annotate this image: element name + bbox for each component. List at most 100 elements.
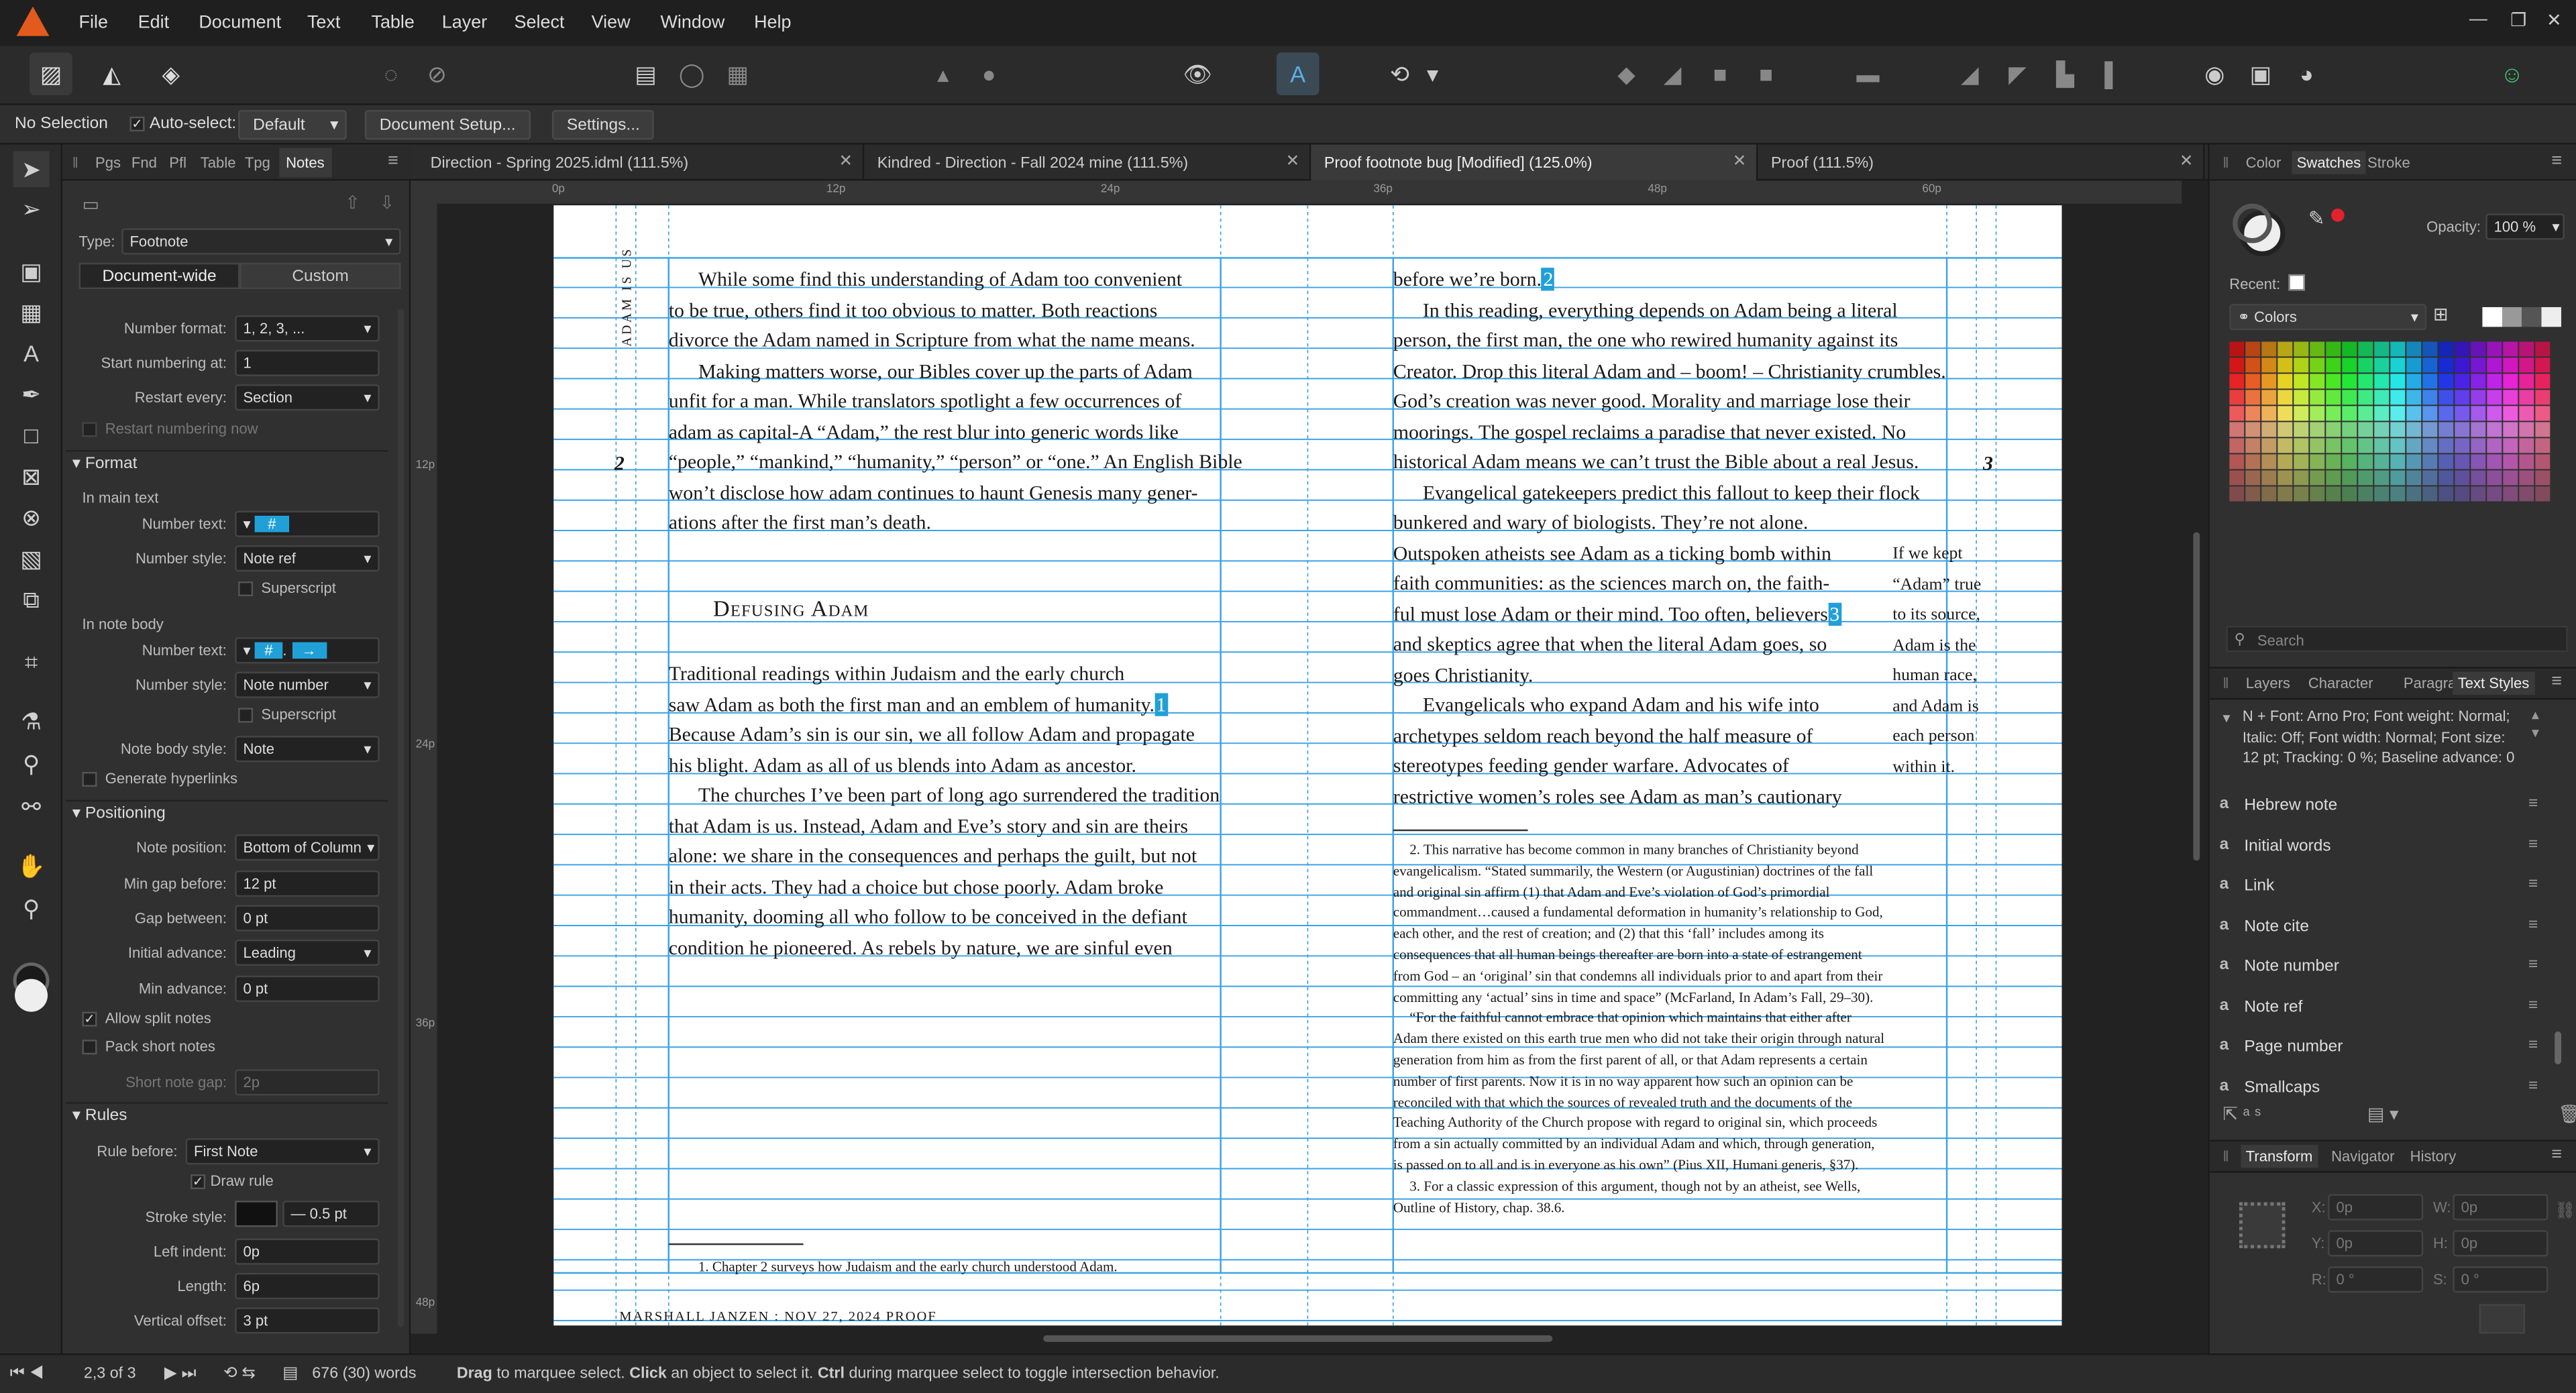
color-wheel-icon[interactable]: ◕ xyxy=(2286,52,2328,95)
delete-style-icon[interactable]: 🗑 xyxy=(2558,1104,2576,1125)
designer-persona-icon[interactable]: ◭ xyxy=(91,52,133,95)
flip-icon[interactable]: ▬ xyxy=(1847,52,1890,95)
snapping-icon[interactable]: ⟲ xyxy=(1379,52,1421,95)
tab-history[interactable]: History xyxy=(2410,1148,2457,1164)
preview-mode-icon[interactable]: 👁 xyxy=(1176,52,1219,95)
pack-short-checkbox[interactable] xyxy=(82,1040,97,1055)
note-body-style-dropdown[interactable]: Note ▾ xyxy=(235,736,380,763)
min-gap-field[interactable]: 12 pt xyxy=(235,870,380,897)
menu-edit[interactable]: Edit xyxy=(138,13,169,33)
positioning-section-header[interactable]: ▾ Positioning xyxy=(65,799,388,826)
opacity-field[interactable]: 100 % ▾ xyxy=(2485,213,2565,240)
resources-icon[interactable]: ▣ xyxy=(2239,52,2282,95)
settings-button[interactable]: Settings... xyxy=(551,110,655,140)
style-item[interactable]: a Link ≡ xyxy=(2220,871,2548,907)
w-field[interactable]: 0p xyxy=(2453,1194,2548,1221)
style-menu-icon[interactable]: ≡ xyxy=(2528,996,2538,1014)
min-advance-field[interactable]: 0 pt xyxy=(235,975,380,1002)
fill-tool-icon[interactable]: ⚗ xyxy=(13,703,50,739)
tab-pages[interactable]: Pgs xyxy=(95,154,121,170)
move-tool-icon[interactable]: ➤ xyxy=(13,151,50,188)
style-desc-scroll-icon[interactable]: ▴ ▾ xyxy=(2532,706,2539,742)
view-options-icon[interactable]: ⟲ ⇆ xyxy=(223,1365,256,1383)
next-page-icon[interactable]: ▶ ⏭ xyxy=(164,1365,197,1383)
style-menu-icon[interactable]: ≡ xyxy=(2528,1036,2538,1054)
node-tool-icon[interactable]: ➢ xyxy=(13,190,50,227)
stroke-color-swatch[interactable] xyxy=(235,1201,278,1227)
start-numbering-field[interactable]: 1 xyxy=(235,349,380,376)
frame-text-tool-icon[interactable]: ▣ xyxy=(13,253,50,289)
placeholder-icon[interactable]: ◌ xyxy=(370,52,413,95)
table-tool-icon[interactable]: ▦ xyxy=(13,294,50,330)
palette-dropdown[interactable]: ⚭ Colors ▾ xyxy=(2229,304,2427,331)
stroke-width-field[interactable]: — 0.5 pt xyxy=(282,1201,380,1227)
style-item[interactable]: a Hebrew note ≡ xyxy=(2220,790,2548,826)
number-style-main-dropdown[interactable]: Note ref ▾ xyxy=(235,545,380,572)
arrow-up-icon[interactable]: ⇧ xyxy=(345,192,360,213)
menu-window[interactable]: Window xyxy=(660,13,724,33)
tab-swatches[interactable]: Swatches xyxy=(2292,151,2366,174)
draw-rule-checkbox[interactable]: ✓ xyxy=(191,1174,206,1190)
move-forward-icon[interactable]: ◤ xyxy=(1996,52,2039,95)
preflight-icon[interactable]: ⊘ xyxy=(416,52,459,95)
tab-character[interactable]: Character xyxy=(2308,675,2373,691)
menu-help[interactable]: Help xyxy=(754,13,791,33)
doc-tab-3[interactable]: Proof footnote bug [Modified] (125.0%) ✕ xyxy=(1311,144,1758,181)
page-view-icon[interactable]: ▤ xyxy=(625,52,667,95)
short-note-gap-field[interactable]: 2p xyxy=(235,1069,380,1096)
tab-layers[interactable]: Layers xyxy=(2246,675,2290,691)
publisher-persona-icon[interactable]: ▨ xyxy=(30,52,72,96)
menu-table[interactable]: Table xyxy=(371,13,414,33)
palette-options-icon[interactable]: ⊞ xyxy=(2433,304,2449,325)
note-ref-2[interactable]: 2 xyxy=(1542,268,1555,290)
bring-front-icon[interactable]: ▙ xyxy=(2044,52,2087,95)
align-icon[interactable]: ● xyxy=(967,52,1010,95)
restore-icon[interactable]: ❐ xyxy=(2510,10,2526,31)
styles-scrollbar[interactable] xyxy=(2555,1031,2561,1064)
horizontal-scrollbar[interactable] xyxy=(443,1331,2185,1347)
close-tab-icon[interactable]: ✕ xyxy=(2180,153,2194,171)
note-ref-1[interactable]: 1 xyxy=(1154,692,1168,716)
menu-document[interactable]: Document xyxy=(199,13,281,33)
note-ref-3[interactable]: 3 xyxy=(1827,602,1841,625)
picture-frame-tool-icon[interactable]: ⊠ xyxy=(13,458,50,494)
style-item[interactable]: a Initial words ≡ xyxy=(2220,830,2548,867)
style-item[interactable]: a Note number ≡ xyxy=(2220,951,2548,987)
vertical-scrollbar[interactable] xyxy=(2188,204,2204,1321)
photo-persona-icon[interactable]: ◈ xyxy=(150,52,193,95)
close-window-icon[interactable]: ✕ xyxy=(2546,10,2562,31)
assets-icon[interactable]: ◉ xyxy=(2193,52,2236,95)
spread-view-icon[interactable]: ◯ xyxy=(670,52,713,95)
menu-layer[interactable]: Layer xyxy=(442,13,487,33)
tab-navigator[interactable]: Navigator xyxy=(2331,1148,2394,1164)
swatch-search-input[interactable]: ⚲ Search xyxy=(2226,626,2568,653)
tab-typography[interactable]: Tpg xyxy=(245,154,270,170)
close-tab-icon[interactable]: ✕ xyxy=(1286,153,1300,171)
transform-options-button[interactable] xyxy=(2479,1304,2526,1334)
rules-section-header[interactable]: ▾ Rules xyxy=(65,1102,388,1128)
pen-tool-icon[interactable]: ✒ xyxy=(13,376,50,412)
text-frame-icon[interactable]: A xyxy=(1276,52,1320,96)
doc-tab-4[interactable]: Proof (111.5%) ✕ xyxy=(1758,144,2205,181)
menu-file[interactable]: File xyxy=(79,13,108,33)
superscript-body-checkbox[interactable] xyxy=(238,708,254,723)
style-menu-icon[interactable]: ≡ xyxy=(2528,875,2538,893)
note-icon[interactable]: ▭ xyxy=(82,194,99,215)
arrow-down-icon[interactable]: ⇩ xyxy=(380,192,395,213)
number-text-body-field[interactable]: ▾ #. → xyxy=(235,637,380,664)
style-menu-icon[interactable]: ≡ xyxy=(2528,1076,2538,1095)
scope-document-wide-button[interactable]: Document-wide xyxy=(78,262,240,290)
left-panel-scrollbar[interactable] xyxy=(397,309,405,1327)
rotation-field[interactable]: 0 ° xyxy=(2328,1266,2424,1293)
page-spread[interactable]: ADAM IS US 2 While some find this unders… xyxy=(553,205,2062,1326)
transparency-tool-icon[interactable]: ⚲ xyxy=(13,746,50,782)
first-page-icon[interactable]: ⏮ ◀ xyxy=(10,1365,44,1383)
note-position-dropdown[interactable]: Bottom of Column ▾ xyxy=(235,834,380,861)
scope-custom-button[interactable]: Custom xyxy=(239,262,401,290)
style-menu-icon[interactable]: ≡ xyxy=(2528,915,2538,934)
hand-tool-icon[interactable]: ✋ xyxy=(13,848,50,884)
panel-menu-icon[interactable]: ≡ xyxy=(2551,672,2562,691)
zoom-tool-icon[interactable]: ⚲ xyxy=(13,890,50,926)
h-field[interactable]: 0p xyxy=(2453,1230,2548,1257)
tab-color[interactable]: Color xyxy=(2246,154,2282,170)
